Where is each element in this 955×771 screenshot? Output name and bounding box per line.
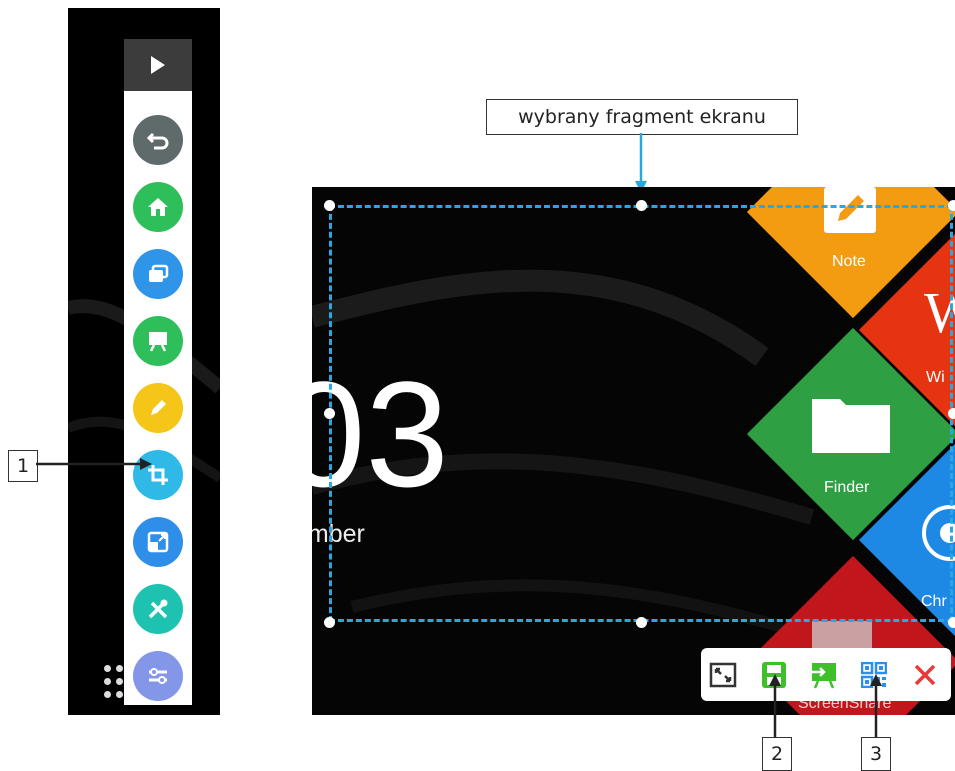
windows-icon: [149, 264, 169, 282]
screenshot-action-bar: [701, 648, 951, 701]
window-resize-button[interactable]: [133, 517, 183, 567]
play-triangle-icon: [151, 56, 165, 74]
close-icon: [914, 664, 936, 686]
callout-marker-3: 3: [861, 737, 891, 771]
send-to-whiteboard-button[interactable]: [805, 657, 841, 693]
annotate-button[interactable]: [133, 383, 183, 433]
callout-selected-area: wybrany fragment ekranu: [486, 99, 798, 135]
back-arrow-icon: [146, 132, 169, 150]
whiteboard-button[interactable]: [133, 316, 183, 366]
sliders-icon: [149, 668, 167, 684]
fullscreen-icon: [709, 662, 737, 688]
presentation-board-icon: [149, 332, 167, 352]
home-button[interactable]: [133, 182, 183, 232]
selection-handle-middle-right[interactable]: [948, 408, 955, 419]
app-drawer-dots-icon[interactable]: [104, 665, 126, 705]
floating-toolbar: [124, 39, 192, 705]
home-icon: [148, 198, 168, 216]
tools-icon: [148, 599, 168, 619]
settings-button[interactable]: [133, 651, 183, 701]
selection-handle-top-center[interactable]: [636, 200, 647, 211]
selection-rectangle[interactable]: [329, 205, 953, 622]
tools-button[interactable]: [133, 584, 183, 634]
pencil-icon: [151, 400, 166, 415]
callout-1-arrow: [36, 458, 152, 470]
display-screen: Note W Wi Finder Chr ScreenShare 03 embe…: [312, 187, 955, 715]
selection-handle-top-right[interactable]: [948, 200, 955, 211]
selection-handle-bottom-left[interactable]: [324, 617, 335, 628]
callout-selected-area-arrow: [635, 133, 647, 193]
callout-marker-1: 1: [8, 450, 38, 482]
callout-marker-2: 2: [762, 737, 792, 771]
selection-handle-middle-left[interactable]: [324, 408, 335, 419]
callout-3-arrow: [870, 674, 882, 740]
callout-2-arrow: [769, 674, 781, 740]
selection-handle-top-left[interactable]: [324, 200, 335, 211]
side-toolbar-screenshot: [68, 8, 220, 715]
toolbar-expand-button[interactable]: [124, 39, 192, 91]
selection-handle-bottom-center[interactable]: [636, 617, 647, 628]
resize-icon: [147, 531, 169, 553]
whiteboard-insert-icon: [810, 663, 836, 689]
selection-handle-bottom-right[interactable]: [948, 617, 955, 628]
fullscreen-button[interactable]: [705, 657, 741, 693]
close-button[interactable]: [907, 657, 943, 693]
back-button[interactable]: [133, 115, 183, 165]
windows-button[interactable]: [133, 249, 183, 299]
